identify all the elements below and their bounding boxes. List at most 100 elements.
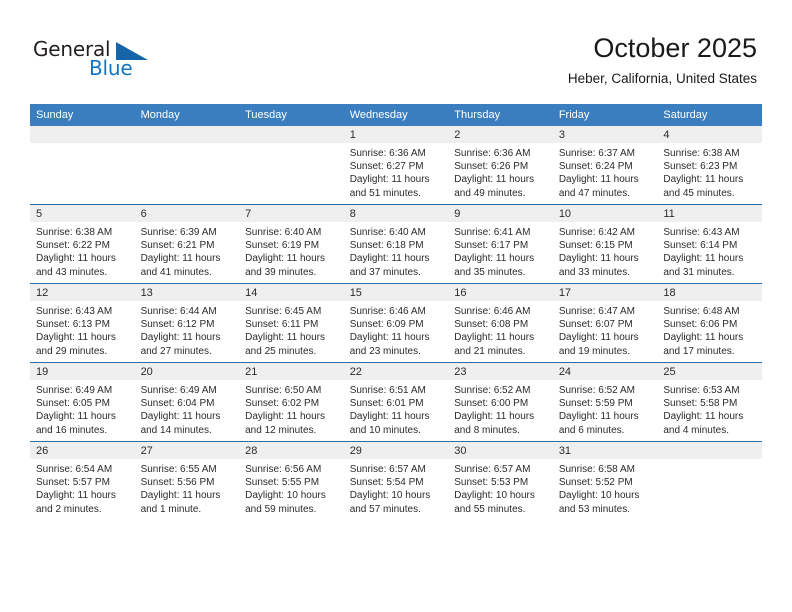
calendar-day-cell[interactable]: 12 Sunrise: 6:43 AM Sunset: 6:13 PM Dayligh… xyxy=(30,283,135,363)
calendar-day-cell-empty xyxy=(30,126,135,205)
calendar-day-cell[interactable]: 11 Sunrise: 6:43 AM Sunset: 6:14 PM Dayligh… xyxy=(657,204,762,284)
calendar-day-cell[interactable]: 6 Sunrise: 6:39 AM Sunset: 6:21 PM Daylight… xyxy=(134,204,240,284)
sunrise-text: Sunrise: 6:42 AM xyxy=(558,227,635,238)
calendar-day-cell[interactable]: 23 Sunrise: 6:52 AM Sunset: 6:00 PM Dayligh… xyxy=(448,362,553,442)
weekday-header-saturday: Saturday xyxy=(657,104,762,126)
sunset-text: Sunset: 6:01 PM xyxy=(349,398,424,410)
sunset-text: Sunset: 6:21 PM xyxy=(140,240,215,252)
day-number: 15 xyxy=(343,284,449,301)
calendar-day-cell[interactable]: 25 Sunrise: 6:53 AM Sunset: 5:58 PM Dayligh… xyxy=(657,362,762,442)
day-number xyxy=(30,126,135,143)
calendar-day-cell[interactable]: 21 Sunrise: 6:50 AM Sunset: 6:02 PM Dayligh… xyxy=(239,362,344,442)
location-subtitle: Heber, California, United States xyxy=(567,71,757,86)
calendar-page: General Blue October 2025 Heber, Califor… xyxy=(0,0,792,612)
calendar-day-cell[interactable]: 19 Sunrise: 6:49 AM Sunset: 6:05 PM Dayligh… xyxy=(30,362,135,442)
sunset-text: Sunset: 6:15 PM xyxy=(558,240,633,252)
calendar-day-cell-empty xyxy=(657,441,762,520)
calendar-day-cell[interactable]: 8 Sunrise: 6:40 AM Sunset: 6:18 PM Daylight… xyxy=(343,204,449,284)
day-number: 2 xyxy=(448,126,553,143)
sunset-text: Sunset: 5:58 PM xyxy=(663,398,738,410)
day-number xyxy=(239,126,344,143)
calendar-day-cell[interactable]: 16 Sunrise: 6:46 AM Sunset: 6:08 PM Dayligh… xyxy=(448,283,553,363)
day-number: 23 xyxy=(448,363,553,380)
calendar-day-cell[interactable]: 3 Sunrise: 6:37 AM Sunset: 6:24 PM Daylight… xyxy=(552,126,658,205)
sunrise-text: Sunrise: 6:45 AM xyxy=(245,306,322,317)
day-details: Sunrise: 6:36 AM Sunset: 6:26 PM Daylight:… xyxy=(448,143,553,200)
day-details: Sunrise: 6:49 AM Sunset: 6:05 PM Daylight:… xyxy=(30,380,135,437)
general-blue-logo[interactable]: General Blue xyxy=(33,38,148,82)
calendar-day-cell[interactable]: 4 Sunrise: 6:38 AM Sunset: 6:23 PM Daylight… xyxy=(657,126,762,205)
sunset-text: Sunset: 5:56 PM xyxy=(140,477,215,489)
calendar-day-cell[interactable]: 28 Sunrise: 6:56 AM Sunset: 5:55 PM Dayligh… xyxy=(239,441,344,520)
sunrise-text: Sunrise: 6:36 AM xyxy=(454,148,531,159)
day-details: Sunrise: 6:50 AM Sunset: 6:02 PM Daylight:… xyxy=(239,380,344,437)
day-details: Sunrise: 6:49 AM Sunset: 6:04 PM Daylight:… xyxy=(135,380,240,437)
daylight-text: Daylight: 11 hours and 39 minutes. xyxy=(245,253,325,278)
daylight-text: Daylight: 11 hours and 16 minutes. xyxy=(36,411,116,436)
day-number: 13 xyxy=(134,284,240,301)
daylight-text: Daylight: 11 hours and 21 minutes. xyxy=(454,332,535,357)
calendar-day-cell[interactable]: 2 Sunrise: 6:36 AM Sunset: 6:26 PM Daylight… xyxy=(448,126,553,205)
sunset-text: Sunset: 6:26 PM xyxy=(454,161,529,173)
calendar-day-cell[interactable]: 22 Sunrise: 6:51 AM Sunset: 6:01 PM Dayligh… xyxy=(343,362,449,442)
sunset-text: Sunset: 5:53 PM xyxy=(454,477,529,489)
calendar-day-cell[interactable]: 30 Sunrise: 6:57 AM Sunset: 5:53 PM Dayligh… xyxy=(448,441,553,520)
calendar-day-cell[interactable]: 9 Sunrise: 6:41 AM Sunset: 6:17 PM Daylight… xyxy=(448,204,553,284)
daylight-text: Daylight: 11 hours and 33 minutes. xyxy=(558,253,639,278)
calendar-day-cell[interactable]: 10 Sunrise: 6:42 AM Sunset: 6:15 PM Dayligh… xyxy=(552,204,658,284)
sunrise-text: Sunrise: 6:46 AM xyxy=(454,306,531,317)
daylight-text: Daylight: 11 hours and 47 minutes. xyxy=(558,174,639,199)
daylight-text: Daylight: 11 hours and 41 minutes. xyxy=(140,253,221,278)
day-number: 18 xyxy=(657,284,762,301)
sunset-text: Sunset: 6:09 PM xyxy=(349,319,424,331)
calendar-day-cell[interactable]: 26 Sunrise: 6:54 AM Sunset: 5:57 PM Dayligh… xyxy=(30,441,135,520)
day-details: Sunrise: 6:36 AM Sunset: 6:27 PM Daylight:… xyxy=(344,143,449,200)
sunrise-text: Sunrise: 6:40 AM xyxy=(349,227,426,238)
sunset-text: Sunset: 6:18 PM xyxy=(349,240,424,252)
sunrise-text: Sunrise: 6:38 AM xyxy=(36,227,113,238)
sunset-text: Sunset: 5:55 PM xyxy=(245,477,320,489)
daylight-text: Daylight: 11 hours and 14 minutes. xyxy=(140,411,221,436)
calendar-week-row: 19 Sunrise: 6:49 AM Sunset: 6:05 PM Dayligh… xyxy=(30,362,762,442)
day-details: Sunrise: 6:56 AM Sunset: 5:55 PM Daylight:… xyxy=(239,459,344,516)
calendar-day-cell[interactable]: 7 Sunrise: 6:40 AM Sunset: 6:19 PM Daylight… xyxy=(239,204,344,284)
sunset-text: Sunset: 6:17 PM xyxy=(454,240,529,252)
sunrise-text: Sunrise: 6:55 AM xyxy=(140,464,217,475)
day-details: Sunrise: 6:45 AM Sunset: 6:11 PM Daylight:… xyxy=(239,301,344,358)
sunrise-text: Sunrise: 6:46 AM xyxy=(349,306,426,317)
day-details: Sunrise: 6:40 AM Sunset: 6:19 PM Daylight:… xyxy=(239,222,344,279)
calendar-day-cell[interactable]: 31 Sunrise: 6:58 AM Sunset: 5:52 PM Dayligh… xyxy=(552,441,658,520)
calendar-day-cell[interactable]: 17 Sunrise: 6:47 AM Sunset: 6:07 PM Dayligh… xyxy=(552,283,658,363)
calendar-day-cell[interactable]: 18 Sunrise: 6:48 AM Sunset: 6:06 PM Dayligh… xyxy=(657,283,762,363)
day-number: 27 xyxy=(134,442,240,459)
sunrise-text: Sunrise: 6:51 AM xyxy=(349,385,426,396)
weekday-header-wednesday: Wednesday xyxy=(343,104,449,126)
sunset-text: Sunset: 6:23 PM xyxy=(663,161,738,173)
sunrise-text: Sunrise: 6:36 AM xyxy=(349,148,426,159)
daylight-text: Daylight: 11 hours and 6 minutes. xyxy=(558,411,639,436)
calendar-day-cell[interactable]: 27 Sunrise: 6:55 AM Sunset: 5:56 PM Dayligh… xyxy=(134,441,240,520)
calendar-day-cell[interactable]: 15 Sunrise: 6:46 AM Sunset: 6:09 PM Dayligh… xyxy=(343,283,449,363)
calendar-day-cell[interactable]: 29 Sunrise: 6:57 AM Sunset: 5:54 PM Dayligh… xyxy=(343,441,449,520)
sunrise-text: Sunrise: 6:37 AM xyxy=(558,148,635,159)
day-number: 5 xyxy=(30,205,135,222)
daylight-text: Daylight: 11 hours and 1 minute. xyxy=(140,490,221,515)
day-number: 16 xyxy=(448,284,553,301)
daylight-text: Daylight: 11 hours and 2 minutes. xyxy=(36,490,116,515)
calendar-day-cell[interactable]: 13 Sunrise: 6:44 AM Sunset: 6:12 PM Dayligh… xyxy=(134,283,240,363)
daylight-text: Daylight: 11 hours and 4 minutes. xyxy=(663,411,744,436)
calendar-day-cell[interactable]: 1 Sunrise: 6:36 AM Sunset: 6:27 PM Daylight… xyxy=(343,126,449,205)
calendar-day-cell[interactable]: 5 Sunrise: 6:38 AM Sunset: 6:22 PM Daylight… xyxy=(30,204,135,284)
day-details: Sunrise: 6:39 AM Sunset: 6:21 PM Daylight:… xyxy=(135,222,240,279)
sunset-text: Sunset: 6:00 PM xyxy=(454,398,529,410)
calendar-day-cell[interactable]: 24 Sunrise: 6:52 AM Sunset: 5:59 PM Dayligh… xyxy=(552,362,658,442)
sunrise-text: Sunrise: 6:49 AM xyxy=(36,385,113,396)
sunset-text: Sunset: 6:13 PM xyxy=(36,319,110,331)
calendar-day-cell[interactable]: 20 Sunrise: 6:49 AM Sunset: 6:04 PM Dayligh… xyxy=(134,362,240,442)
sunset-text: Sunset: 6:14 PM xyxy=(663,240,738,252)
daylight-text: Daylight: 11 hours and 35 minutes. xyxy=(454,253,535,278)
day-number: 8 xyxy=(343,205,449,222)
sunrise-text: Sunrise: 6:39 AM xyxy=(140,227,217,238)
calendar-day-cell[interactable]: 14 Sunrise: 6:45 AM Sunset: 6:11 PM Dayligh… xyxy=(239,283,344,363)
daylight-text: Daylight: 11 hours and 27 minutes. xyxy=(140,332,221,357)
